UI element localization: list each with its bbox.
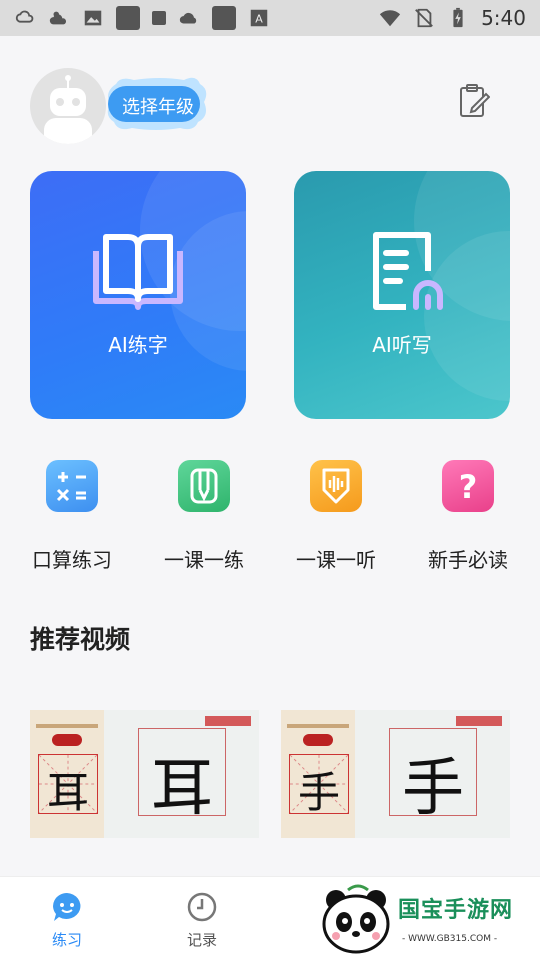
svg-text:A: A [255,13,263,26]
header: 选择年级 [30,64,510,144]
image-icon [82,7,104,29]
wifi-icon [379,7,401,29]
video-character-large: 耳 [151,751,214,824]
dictation-icon [354,231,450,313]
pencil-icon [178,460,230,512]
book-icon [90,231,186,313]
practice-grid: 耳 [38,754,98,817]
app-icon [152,11,166,25]
select-grade-button[interactable]: 选择年级 [100,76,208,132]
clock-icon [186,891,218,923]
status-bar: A 5:40 [0,0,540,36]
select-grade-label: 选择年级 [122,97,194,118]
video-character-large: 手 [402,751,465,824]
quick-action-beginner-guide[interactable]: ? 新手必读 [402,460,534,580]
practice-grid-large: 手 [389,728,477,824]
tab-label: 记录 [186,931,217,949]
video-character-small: 耳 [47,768,90,817]
battery-charging-icon [447,7,469,29]
quick-action-lesson-practice[interactable]: 一课一练 [138,460,270,580]
ai-writing-label: AI练字 [108,333,168,357]
watermark-url: - WWW.GB315.COM - [402,934,498,944]
app-icon [116,6,140,30]
chat-bubble-icon [51,891,83,923]
panda-icon [322,884,390,954]
quick-action-label: 一课一听 [296,548,376,572]
watermark-text: 国宝手游网 [398,898,514,923]
tab-label: 练习 [51,931,82,949]
app-icon [212,6,236,30]
no-sim-icon [413,7,435,29]
book-page: 手 [281,710,355,838]
video-thumbnail[interactable]: 手 手 [281,710,510,838]
question-icon: ? [442,460,494,512]
tab-records[interactable]: 记录 [162,891,242,951]
quick-action-lesson-listen[interactable]: 一课一听 [270,460,402,580]
tab-practice[interactable]: 练习 [27,891,107,951]
cloud-icon [178,7,200,29]
ai-dictation-label: AI听写 [372,333,432,357]
clock: 5:40 [481,6,526,30]
quick-action-label: 新手必读 [428,548,508,572]
ai-dictation-card[interactable]: AI听写 [294,171,510,419]
svg-text:?: ? [459,468,478,506]
quick-action-oral-math[interactable]: 口算练习 [6,460,138,580]
video-character-small: 手 [298,768,341,817]
practice-grid: 手 [289,754,349,817]
book-page: 耳 [30,710,104,838]
calculator-icon [46,460,98,512]
watermark-logo: 国宝手游网 - WWW.GB315.COM - [318,884,540,960]
font-icon: A [248,7,270,29]
notepad-icon[interactable] [458,84,491,118]
audio-icon [310,460,362,512]
cloud-sun-icon [48,7,70,29]
video-thumbnail[interactable]: 耳 耳 [30,710,259,838]
avatar[interactable] [30,68,106,144]
quick-action-label: 一课一练 [164,548,244,572]
recommend-section-title: 推荐视频 [30,625,131,654]
cloud-sun-icon [14,7,36,29]
quick-action-label: 口算练习 [32,548,112,572]
practice-grid-large: 耳 [138,728,226,824]
ai-writing-card[interactable]: AI练字 [30,171,246,419]
